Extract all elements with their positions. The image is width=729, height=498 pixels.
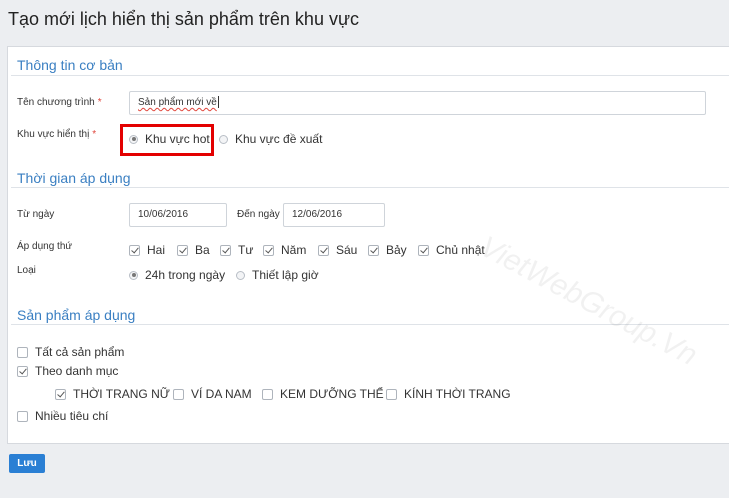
- section-divider: [11, 187, 729, 188]
- page-title: Tạo mới lịch hiển thị sản phẩm trên khu …: [8, 9, 360, 29]
- section-title-products: Sản phẩm áp dụng: [17, 307, 136, 323]
- checkbox-icon: [220, 244, 231, 256]
- section-divider: [11, 75, 729, 76]
- checkbox-cat-kinh-thoi-trang[interactable]: KÍNH THỜI TRANG: [386, 387, 511, 401]
- form-card: Thông tin cơ bản Tên chương trình * Sản p…: [7, 46, 729, 444]
- area-label: Khu vực hiển thị *: [17, 129, 97, 140]
- checkbox-day-tu[interactable]: Tư: [220, 243, 253, 257]
- section-title-time: Thời gian áp dụng: [17, 170, 131, 186]
- program-name-input[interactable]: Sản phẩm mới về: [129, 91, 706, 115]
- to-date-input[interactable]: 12/06/2016: [283, 203, 385, 227]
- checkbox-day-chu-nhat[interactable]: Chủ nhật: [418, 243, 485, 257]
- to-date-label: Đến ngày: [237, 209, 280, 220]
- checkbox-day-bay[interactable]: Bảy: [368, 243, 407, 257]
- type-label: Loại: [17, 265, 36, 276]
- from-date-input[interactable]: 10/06/2016: [129, 203, 227, 227]
- radio-icon: [219, 134, 228, 144]
- checkbox-icon: [17, 365, 28, 377]
- checkbox-icon: [368, 244, 379, 256]
- checkbox-cat-kem-duong-the[interactable]: KEM DƯỠNG THỂ: [262, 387, 384, 401]
- checkbox-cat-thoi-trang-nu[interactable]: THỜI TRANG NỮ: [55, 387, 170, 401]
- checkbox-icon: [17, 346, 28, 358]
- checkbox-multi-criteria[interactable]: Nhiều tiêu chí: [17, 409, 108, 423]
- checkbox-day-nam[interactable]: Năm: [263, 243, 306, 257]
- required-mark: *: [97, 97, 102, 108]
- checkbox-day-ba[interactable]: Ba: [177, 243, 210, 257]
- checkbox-icon: [55, 388, 66, 400]
- days-label: Áp dụng thứ: [17, 241, 73, 252]
- highlight-box: [120, 124, 214, 156]
- checkbox-icon: [17, 410, 28, 422]
- section-title-basic: Thông tin cơ bản: [17, 57, 123, 73]
- checkbox-icon: [263, 244, 274, 256]
- checkbox-day-hai[interactable]: Hai: [129, 243, 165, 257]
- program-name-value: Sản phẩm mới về: [138, 97, 217, 108]
- from-date-label: Từ ngày: [17, 209, 55, 220]
- checkbox-icon: [318, 244, 329, 256]
- radio-icon: [129, 270, 138, 280]
- radio-type-24h[interactable]: 24h trong ngày: [129, 268, 225, 282]
- radio-area-suggested[interactable]: Khu vực đề xuất: [219, 132, 322, 146]
- checkbox-day-sau[interactable]: Sáu: [318, 243, 357, 257]
- checkbox-all-products[interactable]: Tất cả sản phẩm: [17, 345, 124, 359]
- radio-type-custom[interactable]: Thiết lập giờ: [236, 268, 319, 282]
- checkbox-icon: [177, 244, 188, 256]
- required-mark: *: [92, 129, 97, 140]
- save-button[interactable]: Lưu: [9, 454, 45, 473]
- checkbox-icon: [386, 388, 397, 400]
- checkbox-icon: [173, 388, 184, 400]
- radio-icon: [236, 270, 245, 280]
- checkbox-icon: [129, 244, 140, 256]
- name-label: Tên chương trình *: [17, 97, 102, 108]
- checkbox-icon: [262, 388, 273, 400]
- checkbox-by-category[interactable]: Theo danh mục: [17, 364, 118, 378]
- checkbox-icon: [418, 244, 429, 256]
- checkbox-cat-vi-da-nam[interactable]: VÍ DA NAM: [173, 387, 252, 401]
